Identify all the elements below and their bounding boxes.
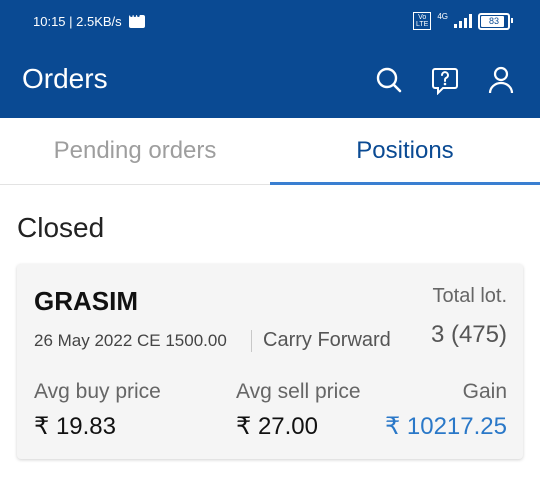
message-notification-icon bbox=[128, 11, 145, 28]
tab-pending-orders[interactable]: Pending orders bbox=[0, 118, 270, 184]
volte-icon: Vo LTE bbox=[413, 12, 432, 30]
gain-column: Gain ₹ 10217.25 bbox=[385, 380, 507, 441]
page-title: Orders bbox=[22, 63, 108, 94]
contract-details: 26 May 2022 CE 1500.00 bbox=[34, 331, 227, 350]
section-title: Closed bbox=[17, 212, 105, 243]
gain-value: ₹ 10217.25 bbox=[384, 413, 507, 440]
status-bar: 10:15 | 2.5KB/s VoLTE 4G 83 bbox=[0, 0, 540, 45]
profile-icon[interactable] bbox=[487, 65, 515, 95]
avg-buy-value: ₹ 19.83 bbox=[34, 413, 116, 440]
signal-icon bbox=[454, 14, 472, 28]
avg-sell-label: Avg sell price bbox=[236, 380, 361, 403]
battery-level: 83 bbox=[488, 16, 499, 26]
tab-bar: Pending orders Positions bbox=[0, 118, 540, 185]
tab-positions[interactable]: Positions bbox=[270, 118, 540, 184]
app-bar-actions bbox=[375, 65, 515, 96]
battery-icon: 83 bbox=[478, 12, 513, 30]
total-lot-value: 3 (475) bbox=[430, 321, 507, 348]
network-label: 4G bbox=[437, 12, 448, 21]
search-icon[interactable] bbox=[375, 65, 403, 95]
help-icon[interactable] bbox=[431, 65, 459, 96]
status-time: 10:15 | 2.5KB/s bbox=[33, 14, 122, 29]
avg-buy-column: Avg buy price ₹ 19.83 bbox=[34, 380, 161, 441]
active-tab-indicator bbox=[270, 182, 540, 185]
gain-label: Gain bbox=[462, 380, 507, 403]
avg-buy-label: Avg buy price bbox=[34, 380, 161, 403]
position-card[interactable]: GRASIM 26 May 2022 CE 1500.00 Carry Forw… bbox=[17, 264, 523, 459]
divider bbox=[251, 330, 252, 352]
app-bar: Orders bbox=[0, 45, 540, 118]
avg-sell-value: ₹ 27.00 bbox=[236, 413, 318, 440]
total-lot-label: Total lot. bbox=[432, 285, 507, 307]
avg-sell-column: Avg sell price ₹ 27.00 bbox=[236, 380, 361, 441]
status-left: 10:15 | 2.5KB/s bbox=[33, 11, 145, 29]
position-symbol: GRASIM bbox=[34, 286, 138, 316]
status-right: Vo LTE 4G 83 bbox=[413, 12, 513, 30]
product-type: Carry Forward bbox=[263, 329, 391, 351]
